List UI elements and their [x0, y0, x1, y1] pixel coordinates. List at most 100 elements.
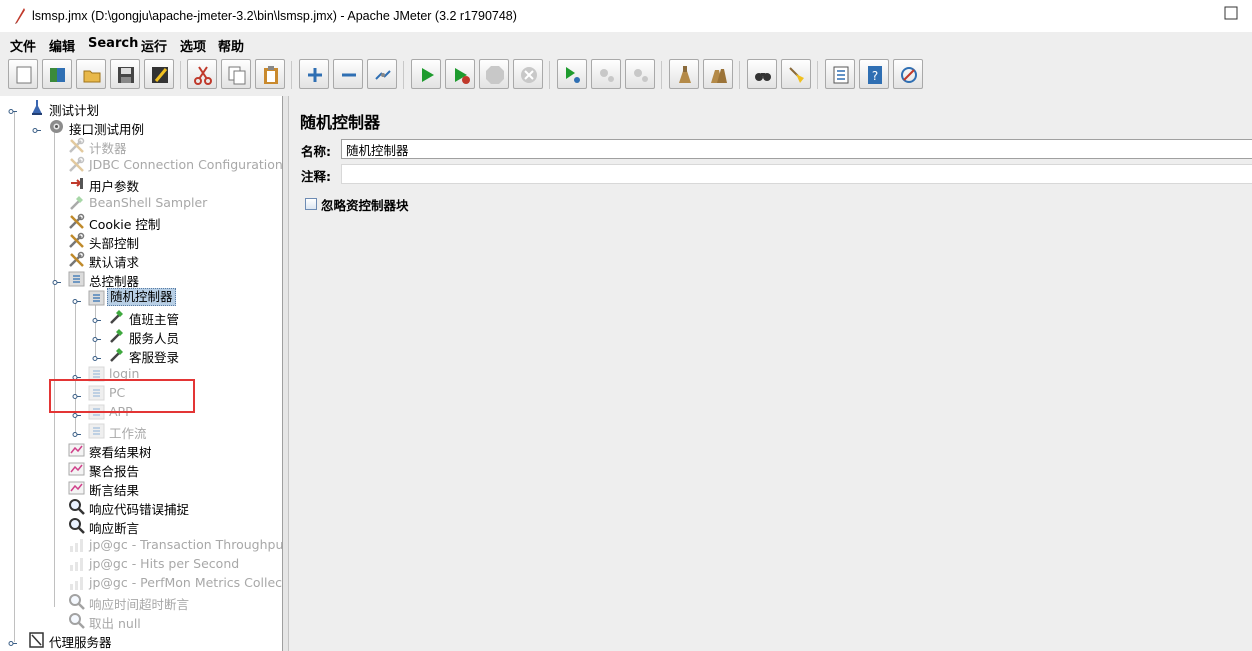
- tree-node-label: 测试计划: [49, 103, 100, 118]
- clear-all-button[interactable]: [703, 59, 733, 89]
- new-button[interactable]: [8, 59, 38, 89]
- tree-expand-handle[interactable]: [92, 351, 101, 361]
- menu-search[interactable]: Search: [88, 36, 138, 51]
- config-element-icon: [69, 213, 85, 229]
- tree-expand-handle[interactable]: [72, 370, 81, 380]
- start-no-pause-button[interactable]: [445, 59, 475, 89]
- sampler-icon: [70, 196, 83, 210]
- expand-all-button[interactable]: [299, 59, 329, 89]
- menu-options[interactable]: 选项: [180, 36, 206, 55]
- menu-help[interactable]: 帮助: [218, 36, 244, 55]
- ignore-sub-controller-blocks-checkbox[interactable]: [305, 198, 317, 210]
- tree-node-label: 聚合报告: [89, 464, 140, 479]
- collapse-all-button[interactable]: [333, 59, 363, 89]
- tree-node-label: 接口测试用例: [69, 122, 145, 137]
- toggle-button[interactable]: [367, 59, 397, 89]
- assertion-icon: [69, 594, 85, 610]
- clear-all-icon: [711, 69, 727, 83]
- new-icon: [16, 66, 32, 84]
- remote-stop-button[interactable]: [591, 59, 621, 89]
- search-button[interactable]: [747, 59, 777, 89]
- jmeter-window: lsmsp.jmx (D:\gongju\apache-jmeter-3.2\b…: [0, 0, 1252, 651]
- menu-file[interactable]: 文件: [10, 36, 36, 55]
- menu-edit[interactable]: 编辑: [49, 36, 75, 55]
- checkbox-label: 忽略资控制器块: [321, 198, 409, 213]
- toolbar-separator: [549, 61, 550, 89]
- cut-button[interactable]: [187, 59, 217, 89]
- graph-icon: [70, 558, 83, 571]
- help-button[interactable]: ?: [859, 59, 889, 89]
- log-button[interactable]: [893, 59, 923, 89]
- svg-text:?: ?: [872, 69, 878, 83]
- toolbar-separator: [291, 61, 292, 89]
- assertion-icon: [69, 499, 85, 515]
- tree-node-label: Cookie 控制: [89, 217, 161, 232]
- function-helper-button[interactable]: [825, 59, 855, 89]
- tree-expand-handle[interactable]: [8, 104, 17, 114]
- listener-icon: [68, 443, 85, 457]
- clear-icon: [679, 66, 691, 83]
- test-plan-tree[interactable]: 测试计划接口测试用例 计数器 JDBC Connection Configurati…: [0, 96, 283, 651]
- comment-label: 注释:: [301, 169, 331, 184]
- toggle-icon: [375, 70, 391, 80]
- copy-button[interactable]: [221, 59, 251, 89]
- tree-node-label: 断言结果: [89, 483, 140, 498]
- name-field[interactable]: [341, 139, 1252, 159]
- toolbar-separator: [661, 61, 662, 89]
- tree-node-label: 客服登录: [129, 350, 180, 365]
- name-label: 名称:: [301, 144, 331, 159]
- proxy-icon: [29, 632, 44, 648]
- paste-icon: [264, 66, 278, 84]
- tree-node-label: 响应时间超时断言: [89, 597, 190, 612]
- templates-button[interactable]: [42, 59, 72, 89]
- listener-icon: [68, 462, 85, 476]
- tree-node-label: 计数器: [89, 141, 127, 156]
- open-button[interactable]: [76, 59, 106, 89]
- jmeter-feather-icon: [15, 8, 25, 24]
- save-as-icon: [152, 67, 168, 83]
- clear-button[interactable]: [669, 59, 699, 89]
- tree-expand-handle[interactable]: [8, 636, 17, 646]
- tree-expand-handle[interactable]: [52, 275, 61, 285]
- shutdown-button[interactable]: [513, 59, 543, 89]
- window-title: lsmsp.jmx (D:\gongju\apache-jmeter-3.2\b…: [32, 9, 517, 23]
- remote-start-button[interactable]: [557, 59, 587, 89]
- remote-stop-icon: [600, 69, 614, 82]
- tree-expand-handle[interactable]: [92, 313, 101, 323]
- remote-shutdown-button[interactable]: [625, 59, 655, 89]
- pre-processor-icon: [71, 178, 83, 189]
- expand-icon: [308, 68, 322, 82]
- tree-node-label: JDBC Connection Configuration: [89, 157, 283, 172]
- open-icon: [83, 70, 101, 83]
- tree-expand-handle[interactable]: [92, 332, 101, 342]
- tree-expand-handle[interactable]: [72, 427, 81, 437]
- toolbar-separator: [817, 61, 818, 89]
- tree-expand-handle[interactable]: [32, 123, 41, 133]
- paste-button[interactable]: [255, 59, 285, 89]
- config-element-icon: [69, 137, 85, 153]
- tree-expand-handle[interactable]: [72, 294, 81, 304]
- save-button[interactable]: [110, 59, 140, 89]
- annotation-highlight-box: [49, 379, 195, 413]
- graph-icon: [70, 539, 83, 552]
- save-as-button[interactable]: [144, 59, 174, 89]
- templates-icon: [50, 68, 65, 82]
- tree-node-label: 响应断言: [89, 521, 140, 536]
- tree-node-label: 服务人员: [129, 331, 180, 346]
- comment-field[interactable]: [341, 164, 1252, 184]
- maximize-icon[interactable]: [1224, 6, 1238, 20]
- controller-icon: [88, 423, 105, 439]
- remote-shutdown-icon: [634, 69, 648, 82]
- reset-search-button[interactable]: [781, 59, 811, 89]
- start-button[interactable]: [411, 59, 441, 89]
- search-icon: [755, 73, 771, 81]
- title-bar: lsmsp.jmx (D:\gongju\apache-jmeter-3.2\b…: [0, 0, 1252, 32]
- tree-line: [95, 302, 96, 357]
- collapse-icon: [342, 73, 356, 77]
- menu-run[interactable]: 运行: [141, 36, 167, 55]
- sampler-icon: [110, 310, 123, 324]
- sampler-icon: [110, 329, 123, 343]
- tree-line: [14, 112, 15, 642]
- stop-button[interactable]: [479, 59, 509, 89]
- reset-search-icon: [789, 67, 804, 83]
